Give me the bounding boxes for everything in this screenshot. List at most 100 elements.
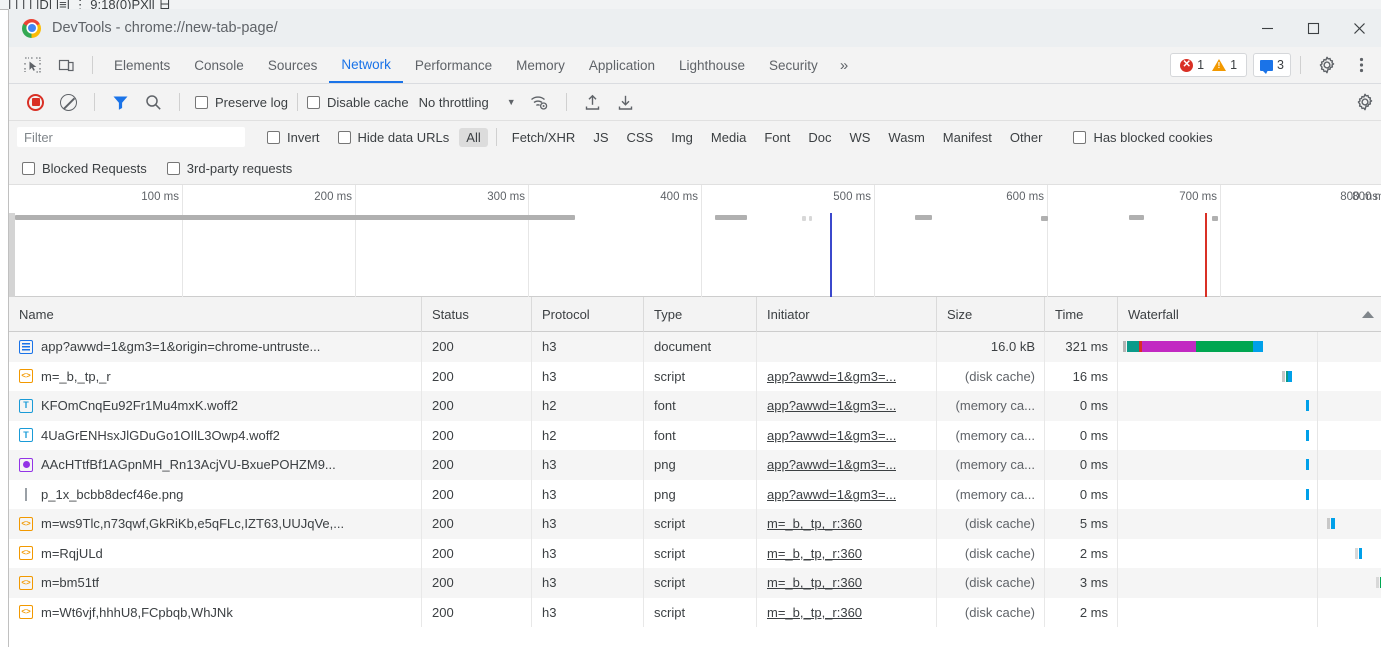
warning-counter[interactable]: 1 [1212,58,1237,72]
cell-name[interactable]: <> m=ws9Tlc,n73qwf,GkRiKb,e5qFLc,IZT63,U… [9,509,422,539]
column-header-type[interactable]: Type [644,296,757,332]
column-header-waterfall[interactable]: Waterfall [1118,297,1381,332]
type-filter-img[interactable]: Img [664,128,700,147]
column-header-size[interactable]: Size [937,296,1045,332]
column-header-status[interactable]: Status [422,296,532,332]
minimize-button[interactable] [1244,9,1290,47]
tab-elements[interactable]: Elements [102,47,182,83]
cell-name[interactable]: <> m=_b,_tp,_r [9,361,422,391]
cell-initiator[interactable]: m=_b,_tp,_r:360 [757,568,937,598]
type-filter-css[interactable]: CSS [620,128,661,147]
record-stop-button[interactable] [27,93,44,111]
type-filter-manifest[interactable]: Manifest [936,128,999,147]
initiator-link[interactable]: app?awwd=1&gm3=... [767,398,896,413]
column-header-protocol[interactable]: Protocol [532,296,644,332]
initiator-link[interactable]: m=_b,_tp,_r:360 [767,546,862,561]
export-har-button[interactable] [617,94,634,111]
invert-checkbox[interactable]: Invert [267,130,320,145]
initiator-link[interactable]: app?awwd=1&gm3=... [767,457,896,472]
clear-log-button[interactable] [60,93,77,111]
cell-initiator[interactable]: m=_b,_tp,_r:360 [757,597,937,627]
cell-name[interactable]: T 4UaGrENHsxJlGDuGo1OIlL3Owp4.woff2 [9,420,422,450]
type-filter-wasm[interactable]: Wasm [881,128,931,147]
invert-box[interactable] [267,130,280,144]
disable-cache-checkbox[interactable]: Disable cache [306,95,409,110]
tab-network[interactable]: Network [329,47,403,83]
tab-lighthouse[interactable]: Lighthouse [667,47,757,83]
cell-name[interactable]: <> m=RqjULd [9,538,422,568]
type-filter-all[interactable]: All [459,127,488,147]
cell-initiator[interactable]: app?awwd=1&gm3=... [757,420,937,450]
column-header-time[interactable]: Time [1045,296,1118,332]
cell-initiator[interactable]: m=_b,_tp,_r:360 [757,538,937,568]
initiator-link[interactable]: app?awwd=1&gm3=... [767,428,896,443]
table-row[interactable]: <> m=RqjULd 200 h3 script m=_b,_tp,_r:36… [9,538,1381,568]
cell-initiator[interactable]: app?awwd=1&gm3=... [757,391,937,421]
network-overview-timeline[interactable]: 100 ms 200 ms 300 ms 400 ms 500 ms 600 m… [9,185,1381,297]
table-row[interactable]: <> m=ws9Tlc,n73qwf,GkRiKb,e5qFLc,IZT63,U… [9,509,1381,539]
filter-toggle-button[interactable] [112,94,129,111]
hide-data-urls-checkbox[interactable]: Hide data URLs [337,130,449,145]
table-row[interactable]: p_1x_bcbb8decf46e.png 200 h3 png app?aww… [9,479,1381,509]
tab-performance[interactable]: Performance [403,47,504,83]
cell-name[interactable]: <> m=bm51tf [9,568,422,598]
throttling-dropdown[interactable]: No throttling ▼ [419,95,516,110]
tab-console[interactable]: Console [182,47,256,83]
type-filter-media[interactable]: Media [704,128,753,147]
cell-initiator[interactable]: app?awwd=1&gm3=... [757,450,937,480]
table-row[interactable]: AAcHTtfBf1AGpnMH_Rn13AcjVU-BxuePOHZM9...… [9,450,1381,480]
table-row[interactable]: T KFOmCnqEu92Fr1Mu4mxK.woff2 200 h2 font… [9,391,1381,421]
preserve-log-checkbox[interactable]: Preserve log [195,95,288,110]
tab-memory[interactable]: Memory [504,47,577,83]
type-filter-js[interactable]: JS [586,128,615,147]
cell-name[interactable]: <> m=Wt6vjf,hhhU8,FCpbqb,WhJNk [9,597,422,627]
initiator-link[interactable]: m=_b,_tp,_r:360 [767,575,862,590]
blocked-requests-checkbox[interactable]: Blocked Requests [22,161,147,176]
overview-left-handle[interactable] [9,213,15,297]
close-button[interactable] [1336,9,1381,47]
type-filter-ws[interactable]: WS [842,128,877,147]
cell-name[interactable]: T KFOmCnqEu92Fr1Mu4mxK.woff2 [9,391,422,421]
type-filter-doc[interactable]: Doc [801,128,838,147]
more-tabs-icon[interactable]: » [830,47,858,83]
tab-sources[interactable]: Sources [256,47,330,83]
cell-initiator[interactable]: app?awwd=1&gm3=... [757,479,937,509]
has-blocked-cookies-checkbox[interactable]: Has blocked cookies [1073,130,1213,145]
device-toolbar-icon[interactable] [51,51,81,79]
type-filter-fetch-xhr[interactable]: Fetch/XHR [505,128,583,147]
kebab-menu-icon[interactable] [1346,51,1376,79]
preserve-log-box[interactable] [195,95,208,109]
hide-data-urls-box[interactable] [337,130,351,144]
initiator-link[interactable]: m=_b,_tp,_r:360 [767,516,862,531]
type-filter-font[interactable]: Font [757,128,797,147]
cell-initiator[interactable]: m=_b,_tp,_r:360 [757,509,937,539]
cell-name[interactable]: p_1x_bcbb8decf46e.png [9,479,422,509]
table-row[interactable]: <> m=_b,_tp,_r 200 h3 script app?awwd=1&… [9,361,1381,391]
table-row[interactable]: T 4UaGrENHsxJlGDuGo1OIlL3Owp4.woff2 200 … [9,420,1381,450]
network-settings-gear-icon[interactable] [1350,88,1380,116]
table-row[interactable]: <> m=Wt6vjf,hhhU8,FCpbqb,WhJNk 200 h3 sc… [9,597,1381,627]
third-party-requests-checkbox[interactable]: 3rd-party requests [166,161,292,176]
has-blocked-cookies-box[interactable] [1073,130,1087,144]
type-filter-other[interactable]: Other [1003,128,1050,147]
initiator-link[interactable]: m=_b,_tp,_r:360 [767,605,862,620]
column-header-initiator[interactable]: Initiator [757,296,937,332]
initiator-link[interactable]: app?awwd=1&gm3=... [767,487,896,502]
initiator-link[interactable]: app?awwd=1&gm3=... [767,369,896,384]
gear-icon[interactable] [1312,51,1342,79]
cell-name[interactable]: app?awwd=1&gm3=1&origin=chrome-untruste.… [9,332,422,362]
cell-name[interactable]: AAcHTtfBf1AGpnMH_Rn13AcjVU-BxuePOHZM9... [9,450,422,480]
messages-counter[interactable]: 3 [1253,53,1291,77]
blocked-requests-box[interactable] [22,162,35,175]
column-header-name[interactable]: Name [9,296,422,332]
cell-initiator[interactable]: app?awwd=1&gm3=... [757,361,937,391]
search-button[interactable] [145,94,162,111]
error-counter[interactable]: ✕ 1 [1180,58,1204,72]
inspect-element-icon[interactable] [17,51,47,79]
table-row[interactable]: app?awwd=1&gm3=1&origin=chrome-untruste.… [9,332,1381,362]
maximize-button[interactable] [1290,9,1336,47]
tab-security[interactable]: Security [757,47,830,83]
issues-counter[interactable]: ✕ 1 1 [1170,53,1248,77]
third-party-requests-box[interactable] [166,162,180,175]
table-row[interactable]: <> m=bm51tf 200 h3 script m=_b,_tp,_r:36… [9,568,1381,598]
